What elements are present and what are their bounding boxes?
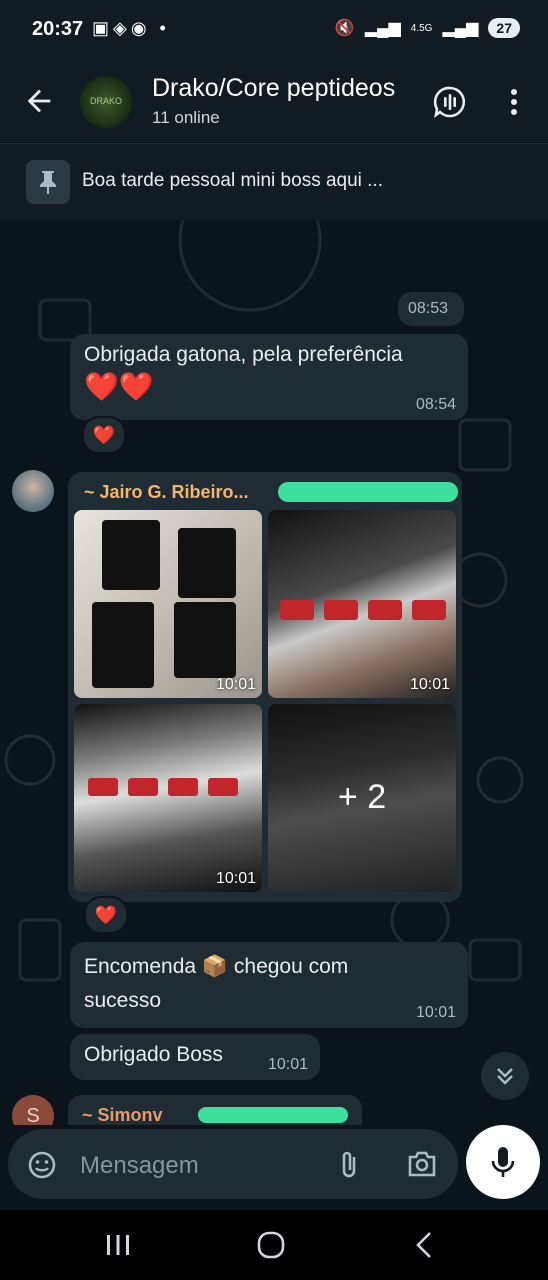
- photo-thumbnail-more[interactable]: + 2: [268, 704, 456, 892]
- pinned-message-bar[interactable]: Boa tarde pessoal mini boss aqui ...: [0, 143, 548, 221]
- system-navigation-bar: [0, 1210, 548, 1280]
- photo-time: 10:01: [215, 870, 256, 887]
- notification-icons: ▣◈◉ •: [92, 18, 170, 38]
- message-input[interactable]: Mensagem: [8, 1129, 458, 1199]
- scroll-to-bottom-button[interactable]: [481, 1052, 529, 1100]
- signal-icon-2: ▂▄▆: [442, 20, 479, 37]
- photo-thumbnail[interactable]: 10:01: [74, 510, 262, 698]
- voice-record-button[interactable]: [466, 1125, 540, 1199]
- home-icon[interactable]: [256, 1230, 286, 1260]
- photo-message-bubble[interactable]: ~ Jairo G. Ribeiro... 10:01 10:01 10:01 …: [68, 472, 462, 902]
- message-bubble[interactable]: ~ Simonv: [68, 1095, 362, 1125]
- pinned-text: Boa tarde pessoal mini boss aqui ...: [82, 170, 384, 191]
- group-avatar[interactable]: DRAKO: [80, 76, 132, 128]
- chat-title[interactable]: Drako/Core peptideos: [152, 74, 395, 103]
- battery-indicator: 27: [488, 18, 520, 38]
- more-photos-count: + 2: [337, 778, 387, 816]
- sender-avatar[interactable]: [12, 470, 54, 512]
- message-text: sucesso: [84, 989, 162, 1012]
- recent-apps-icon[interactable]: [104, 1232, 132, 1258]
- redacted-mark: [278, 482, 458, 502]
- photo-time: 10:01: [215, 676, 256, 693]
- reaction-badge[interactable]: ❤️: [84, 896, 128, 934]
- voice-chat-icon[interactable]: [432, 84, 468, 120]
- network-label: 4.5G: [410, 22, 433, 34]
- message-bubble[interactable]: Encomenda 📦 chegou com sucesso 10:01: [70, 942, 468, 1028]
- sender-name[interactable]: ~ Simonv: [82, 1105, 163, 1125]
- input-placeholder: Mensagem: [80, 1152, 199, 1179]
- photo-time: 10:01: [409, 676, 450, 693]
- message-text: Encomenda 📦 chegou com: [84, 955, 349, 978]
- message-time: 08:54: [415, 396, 456, 413]
- photo-thumbnail[interactable]: 10:01: [74, 704, 262, 892]
- attach-icon[interactable]: [336, 1149, 362, 1181]
- message-time: 10:01: [415, 1004, 456, 1021]
- message-time: 10:01: [267, 1056, 308, 1073]
- message-emoji: ❤️❤️: [84, 371, 154, 402]
- message-time: 08:53: [408, 300, 449, 317]
- message-bubble[interactable]: 08:53: [398, 292, 464, 326]
- sender-name[interactable]: ~ Jairo G. Ribeiro...: [84, 482, 249, 503]
- more-options-icon[interactable]: [496, 84, 532, 120]
- status-bar: 20:37 ▣◈◉ • 🔇 ▂▄▆ 4.5G ▂▄▆ 27: [0, 0, 548, 62]
- microphone-icon: [491, 1147, 515, 1177]
- status-time: 20:37: [32, 18, 84, 40]
- double-chevron-down-icon: [497, 1068, 513, 1085]
- message-bubble[interactable]: Obrigado Boss 10:01: [70, 1034, 320, 1080]
- reaction-badge[interactable]: ❤️: [82, 416, 126, 454]
- heart-reaction: ❤️: [92, 424, 116, 445]
- heart-reaction: ❤️: [94, 904, 118, 925]
- message-input-bar: Mensagem: [0, 1125, 548, 1210]
- chat-area[interactable]: 08:53 Obrigada gatona, pela preferência …: [0, 220, 548, 1125]
- redacted-mark: [198, 1107, 348, 1123]
- mute-icon: 🔇: [334, 20, 355, 37]
- pin-icon: [26, 160, 70, 204]
- emoji-sticker-icon[interactable]: [26, 1149, 58, 1181]
- photo-thumbnail[interactable]: 10:01: [268, 510, 456, 698]
- camera-icon[interactable]: [406, 1149, 438, 1179]
- signal-icon: ▂▄▆: [364, 20, 401, 37]
- message-text: Obrigada gatona, pela preferência: [84, 343, 403, 366]
- status-right: 🔇 ▂▄▆ 4.5G ▂▄▆ 27: [335, 18, 520, 38]
- chat-subtitle: 11 online: [152, 108, 220, 127]
- message-text: Obrigado Boss: [84, 1043, 223, 1066]
- message-bubble[interactable]: Obrigada gatona, pela preferência ❤️❤️ 0…: [70, 334, 468, 420]
- back-arrow-icon[interactable]: [22, 84, 56, 118]
- chat-header: DRAKO Drako/Core peptideos 11 online: [0, 62, 548, 142]
- back-nav-icon[interactable]: [412, 1230, 436, 1260]
